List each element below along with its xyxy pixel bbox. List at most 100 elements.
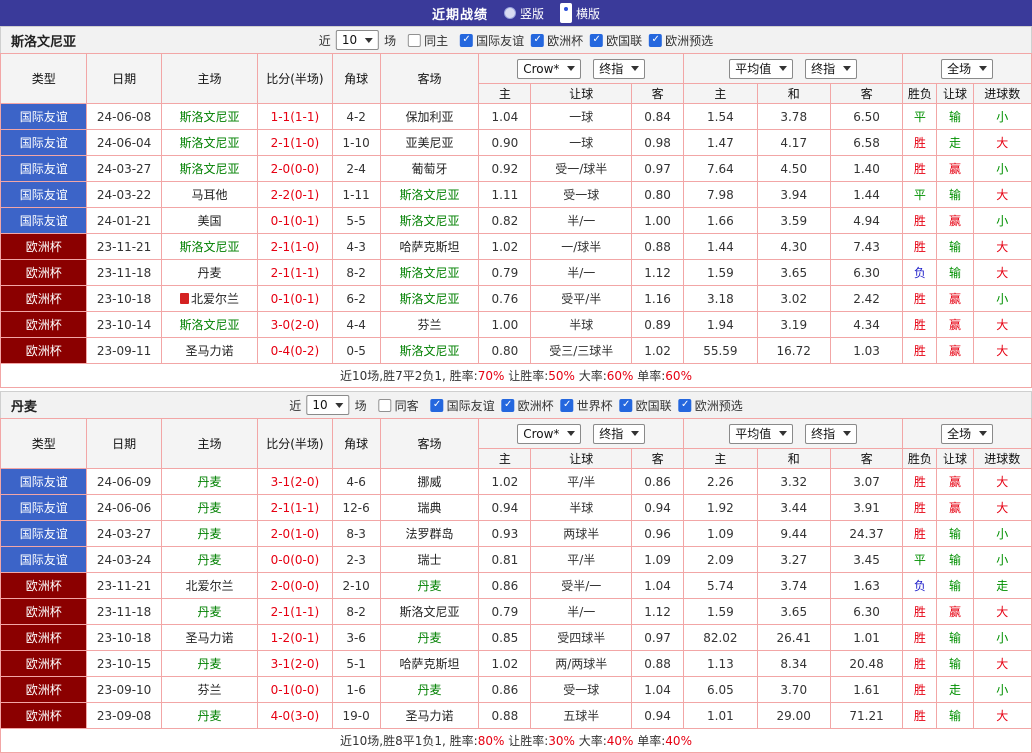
period-select[interactable]: 全场	[941, 58, 994, 79]
team-name: 斯洛文尼亚	[11, 34, 77, 50]
avg-odds-home: 7.64	[683, 155, 758, 182]
odds-time-select-1[interactable]: 终指	[593, 58, 646, 79]
home-team-link[interactable]: 马耳他	[160, 181, 259, 208]
result-handicap: 输	[936, 572, 974, 599]
league-filter-checkbox[interactable]: ✓ 国际友谊	[430, 397, 495, 414]
checkbox-unchecked-icon[interactable]	[408, 33, 422, 47]
away-team-link[interactable]: 斯洛文尼亚	[379, 285, 480, 312]
away-team-link[interactable]: 哈萨克斯坦	[379, 233, 480, 260]
checkbox-checked-icon[interactable]: ✓	[678, 398, 692, 412]
odds-time-select-1[interactable]: 终指	[593, 423, 646, 444]
away-team-link[interactable]: 丹麦	[379, 676, 480, 703]
league-filter-checkbox[interactable]: ✓ 世界杯	[560, 397, 613, 414]
checkbox-checked-icon[interactable]: ✓	[590, 33, 604, 47]
league-filter-label: 国际友谊	[476, 33, 525, 48]
match-count-select[interactable]: 10	[335, 30, 380, 50]
layout-radio-vertical[interactable]: 竖版	[503, 5, 544, 22]
league-filter-label: 世界杯	[576, 398, 613, 413]
away-team-link[interactable]: 法罗群岛	[379, 520, 480, 547]
result-handicap: 输	[936, 546, 974, 573]
away-team-link[interactable]: 斯洛文尼亚	[379, 598, 480, 625]
home-team-link[interactable]: 北爱尔兰	[160, 285, 259, 312]
bookmaker-select[interactable]: Crow*	[517, 423, 582, 444]
result-goals: 小	[972, 285, 1032, 312]
home-team-link[interactable]: 斯洛文尼亚	[160, 103, 259, 130]
away-team-link[interactable]: 瑞典	[379, 494, 480, 521]
same-venue-checkbox[interactable]: 同主	[408, 32, 448, 49]
away-team-link[interactable]: 芬兰	[379, 311, 480, 338]
away-team-link[interactable]: 丹麦	[379, 572, 480, 599]
away-team-link[interactable]: 亚美尼亚	[379, 129, 480, 156]
home-team-link[interactable]: 斯洛文尼亚	[160, 233, 259, 260]
home-team-link[interactable]: 圣马力诺	[160, 624, 259, 651]
away-team-link[interactable]: 葡萄牙	[379, 155, 480, 182]
checkbox-checked-icon[interactable]: ✓	[560, 398, 574, 412]
away-team-link[interactable]: 圣马力诺	[379, 702, 480, 729]
checkbox-checked-icon[interactable]: ✓	[430, 398, 444, 412]
home-team-link[interactable]: 美国	[160, 207, 259, 234]
league-filter-checkbox[interactable]: ✓ 欧洲预选	[678, 397, 743, 414]
average-select[interactable]: 平均值	[729, 423, 794, 444]
away-team-link[interactable]: 保加利亚	[379, 103, 480, 130]
checkbox-checked-icon[interactable]: ✓	[649, 33, 663, 47]
away-team-link[interactable]: 斯洛文尼亚	[379, 337, 480, 364]
away-team-link[interactable]: 丹麦	[379, 624, 480, 651]
home-team-link[interactable]: 丹麦	[160, 598, 259, 625]
home-team-link[interactable]: 斯洛文尼亚	[160, 155, 259, 182]
away-team-link[interactable]: 斯洛文尼亚	[379, 181, 480, 208]
summary-text: 30%	[548, 734, 575, 748]
checkbox-checked-icon[interactable]: ✓	[619, 398, 633, 412]
home-team-link[interactable]: 北爱尔兰	[160, 572, 259, 599]
match-date: 24-03-27	[86, 155, 162, 182]
league-filter-checkbox[interactable]: ✓ 欧国联	[619, 397, 672, 414]
checkbox-checked-icon[interactable]: ✓	[501, 398, 515, 412]
league-type-badge: 国际友谊	[0, 103, 88, 130]
match-row: 欧洲杯 23-09-11 圣马力诺 0-4(0-2) 0-5 斯洛文尼亚 0.80 受三/三球…	[0, 337, 1032, 364]
period-select[interactable]: 全场	[941, 423, 994, 444]
home-team-link[interactable]: 丹麦	[160, 494, 259, 521]
bookmaker-select[interactable]: Crow*	[517, 58, 582, 79]
result-goals: 大	[972, 129, 1032, 156]
home-team-link[interactable]: 丹麦	[160, 650, 259, 677]
home-team-link[interactable]: 斯洛文尼亚	[160, 129, 259, 156]
away-team-link[interactable]: 斯洛文尼亚	[379, 259, 480, 286]
odds-time-select-2[interactable]: 终指	[805, 58, 858, 79]
corner-count: 4-2	[331, 103, 381, 130]
avg-odds-away: 1.61	[829, 676, 904, 703]
same-venue-checkbox[interactable]: 同客	[378, 397, 419, 414]
match-row: 国际友谊 24-03-22 马耳他 2-2(0-1) 1-11 斯洛文尼亚 1.11 受一球 0…	[0, 181, 1032, 208]
away-team-link[interactable]: 挪威	[379, 468, 480, 495]
match-row: 欧洲杯 23-11-21 北爱尔兰 2-0(0-0) 2-10 丹麦 0.86 受半/一 1.0…	[0, 572, 1032, 599]
away-team-link[interactable]: 斯洛文尼亚	[379, 207, 480, 234]
summary-text: 50%	[548, 369, 575, 383]
home-team-link[interactable]: 丹麦	[160, 259, 259, 286]
average-select[interactable]: 平均值	[729, 58, 794, 79]
league-filter-checkbox[interactable]: ✓ 欧国联	[590, 32, 642, 49]
odds-time-select-2[interactable]: 终指	[805, 423, 858, 444]
league-filter-checkbox[interactable]: ✓ 欧洲预选	[649, 32, 713, 49]
home-team-link[interactable]: 圣马力诺	[160, 337, 259, 364]
home-team-link[interactable]: 丹麦	[160, 546, 259, 573]
away-team-link[interactable]: 瑞士	[379, 546, 480, 573]
league-filter-checkbox[interactable]: ✓ 欧洲杯	[531, 32, 583, 49]
home-team-link[interactable]: 丹麦	[160, 702, 259, 729]
league-type-badge: 欧洲杯	[0, 702, 88, 729]
home-team-link[interactable]: 丹麦	[160, 520, 259, 547]
checkbox-checked-icon[interactable]: ✓	[460, 33, 474, 47]
layout-radio-horizontal[interactable]: 横版	[560, 3, 600, 23]
radio-selected-icon[interactable]	[560, 3, 572, 23]
home-team-link[interactable]: 丹麦	[160, 468, 259, 495]
result-outcome: 胜	[902, 285, 938, 312]
league-filter-checkbox[interactable]: ✓ 欧洲杯	[501, 397, 554, 414]
filter-bar: 斯洛文尼亚 近 10 场 同主 ✓ 国际友谊 ✓ 欧洲杯 ✓ 欧国联 ✓ 欧洲预选	[0, 26, 1032, 53]
checkbox-checked-icon[interactable]: ✓	[531, 33, 545, 47]
home-team-link[interactable]: 斯洛文尼亚	[160, 311, 259, 338]
home-team-link[interactable]: 芬兰	[160, 676, 259, 703]
match-row: 国际友谊 24-06-09 丹麦 3-1(2-0) 4-6 挪威 1.02 平/半 0.86 2.…	[0, 468, 1032, 495]
handicap-line: 受一球	[530, 181, 632, 208]
checkbox-unchecked-icon[interactable]	[378, 398, 392, 412]
match-count-select[interactable]: 10	[306, 395, 350, 415]
away-team-link[interactable]: 哈萨克斯坦	[379, 650, 480, 677]
radio-unselected-icon[interactable]	[503, 7, 516, 19]
league-filter-checkbox[interactable]: ✓ 国际友谊	[460, 32, 524, 49]
